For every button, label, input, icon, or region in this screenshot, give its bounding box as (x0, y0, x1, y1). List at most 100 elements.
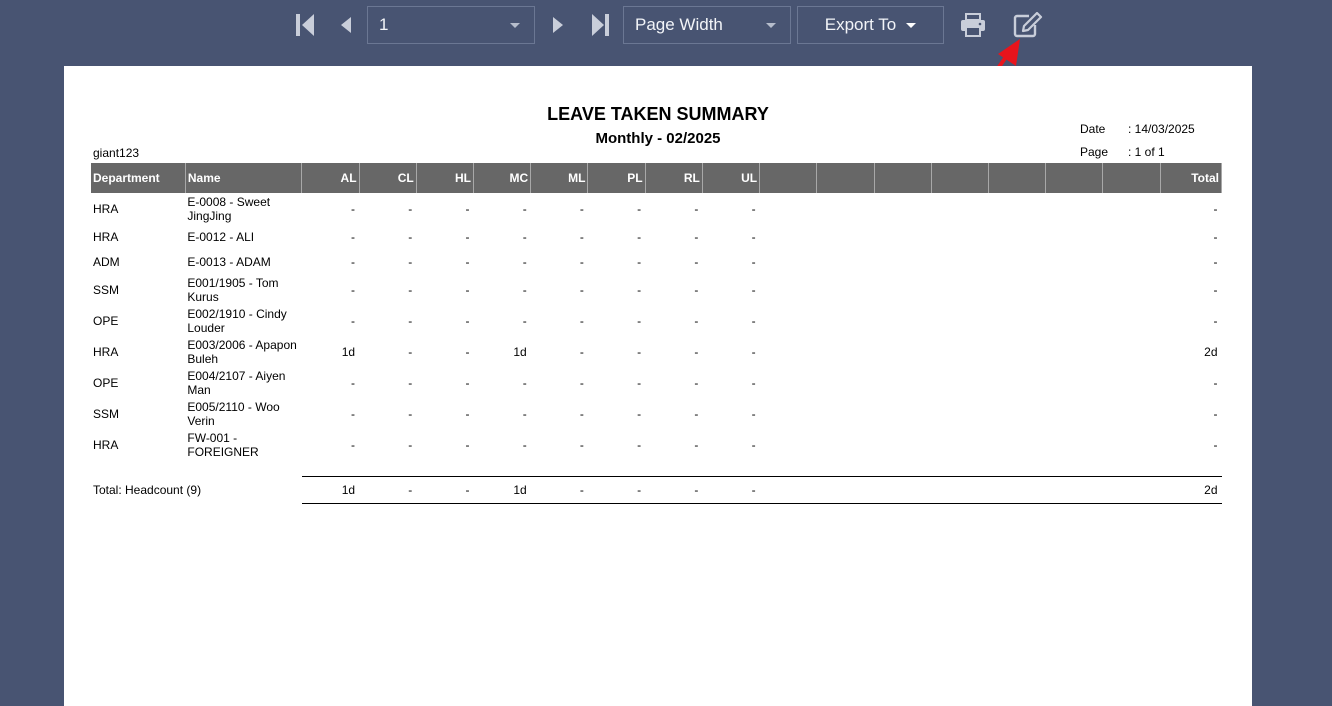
leave-value-cell: - (579, 254, 584, 269)
chevron-down-icon (766, 22, 776, 28)
empty-cell (931, 305, 988, 336)
leave-value-cell: - (579, 313, 584, 328)
empty-cell (931, 336, 988, 367)
zoom-value: Page Width (635, 15, 723, 34)
leave-value-cell: - (694, 375, 699, 390)
leave-value-cell: - (751, 201, 756, 216)
leave-value-cell: - (465, 254, 470, 269)
leave-value-cell: - (579, 344, 584, 359)
name-cell: E-0012 - ALI (185, 224, 301, 249)
empty-cell (874, 429, 931, 460)
last-page-icon[interactable] (590, 13, 610, 37)
export-button[interactable]: Export To (797, 6, 944, 44)
department-cell: ADM (93, 254, 120, 269)
report-user: giant123 (93, 146, 140, 160)
empty-cell (988, 336, 1045, 367)
zoom-select[interactable]: Page Width (623, 6, 791, 44)
leave-value-cell: - (408, 282, 413, 297)
empty-cell (874, 193, 931, 224)
name-cell: E004/2107 - Aiyen Man (185, 367, 301, 398)
empty-cell (760, 367, 817, 398)
column-header (931, 163, 989, 193)
report-title: LEAVE TAKEN SUMMARY (547, 104, 769, 124)
edit-icon[interactable] (1013, 12, 1043, 38)
leave-value-cell: - (637, 254, 642, 269)
total-cell: - (416, 475, 474, 504)
empty-cell (988, 193, 1045, 224)
empty-cell (817, 429, 874, 460)
empty-cell (931, 429, 988, 460)
prev-page-icon[interactable] (340, 16, 352, 34)
table-row: ADM E-0013 - ADAM - - - - - - - - - (91, 249, 1222, 274)
column-header: Name (185, 163, 303, 193)
leave-value-cell: - (465, 406, 470, 421)
empty-cell (1046, 398, 1103, 429)
leave-value-cell: - (408, 229, 413, 244)
leave-value-cell: - (637, 282, 642, 297)
leave-value-cell: - (351, 254, 356, 269)
leave-value-cell: - (408, 313, 413, 328)
empty-cell (817, 398, 874, 429)
row-total-cell: - (1213, 229, 1218, 244)
empty-cell (1103, 336, 1160, 367)
empty-cell (817, 249, 874, 274)
leave-value-cell: - (637, 437, 642, 452)
employee-name: E001/1905 - Tom Kurus (187, 275, 279, 304)
empty-cell (817, 305, 874, 336)
table-row: HRA FW-001 - FOREIGNER - - - - - - - - - (91, 429, 1222, 460)
page-label: Page (1080, 145, 1109, 159)
leave-value-cell: - (579, 437, 584, 452)
empty-cell (874, 249, 931, 274)
first-page-icon[interactable] (296, 13, 316, 37)
leave-value-cell: - (522, 375, 527, 390)
leave-value-cell: - (351, 375, 356, 390)
next-page-icon[interactable] (552, 16, 564, 34)
empty-cell (1046, 367, 1103, 398)
column-header: ML (530, 163, 589, 193)
empty-cell (760, 274, 817, 305)
name-cell: E002/1910 - Cindy Louder (185, 305, 301, 336)
row-total-cell: - (1213, 254, 1218, 269)
leave-value-cell: - (637, 344, 642, 359)
empty-cell (1103, 305, 1160, 336)
empty-cell (760, 224, 817, 249)
department-cell: OPE (93, 313, 119, 328)
report-page: LEAVE TAKEN SUMMARY Monthly - 02/2025 gi… (64, 66, 1252, 706)
empty-cell (760, 249, 817, 274)
name-cell: E005/2110 - Woo Verin (185, 398, 301, 429)
leave-value-cell: - (351, 406, 356, 421)
leave-value-cell: - (694, 437, 699, 452)
empty-cell (760, 193, 817, 224)
page-number-select[interactable]: 1 (367, 6, 535, 44)
leave-value-cell: - (694, 254, 699, 269)
leave-value-cell: - (408, 375, 413, 390)
department-cell: HRA (93, 201, 119, 216)
empty-cell (1046, 429, 1103, 460)
caret-down-icon (906, 22, 917, 28)
leave-value-cell: - (694, 229, 699, 244)
leave-value-cell: 1d (341, 344, 356, 359)
leave-value-cell: - (637, 313, 642, 328)
column-header: Total (1160, 163, 1223, 193)
leave-value-cell: - (579, 406, 584, 421)
row-total-cell: - (1213, 406, 1218, 421)
leave-value-cell: - (408, 437, 413, 452)
name-cell: E003/2006 - Apapon Buleh (185, 336, 301, 367)
row-total-cell: 2d (1204, 344, 1218, 359)
table-row: HRA E-0008 - Sweet JingJing - - - - - - - - - (91, 193, 1222, 224)
name-cell: E-0013 - ADAM (185, 249, 301, 274)
total-cell: - (587, 475, 646, 504)
column-header: UL (702, 163, 761, 193)
print-icon[interactable] (960, 13, 986, 37)
empty-cell (988, 249, 1045, 274)
empty-cell (988, 398, 1045, 429)
column-header: MC (473, 163, 532, 193)
row-total-cell: - (1213, 375, 1218, 390)
column-header (816, 163, 875, 193)
total-cell: - (359, 475, 417, 504)
total-cell: - (530, 475, 588, 504)
empty-cell (874, 274, 931, 305)
department-cell: HRA (93, 344, 119, 359)
leave-value-cell: - (751, 229, 756, 244)
column-header (988, 163, 1047, 193)
